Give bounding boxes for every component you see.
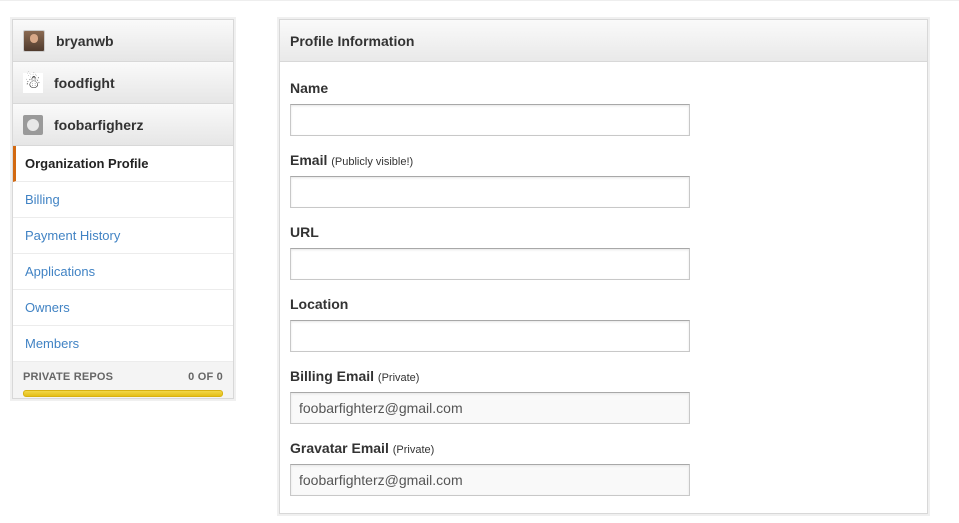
gravatar-email-note: (Private) (392, 444, 435, 456)
name-field-group: Name (290, 80, 690, 136)
url-field-group: URL (290, 224, 690, 280)
url-input[interactable] (290, 248, 690, 280)
menu-payment-history[interactable]: Payment History (13, 218, 233, 254)
account-switch-foobarfigherz[interactable]: foobarfigherz (13, 104, 233, 146)
name-label: Name (290, 80, 329, 96)
billing-email-input[interactable] (290, 392, 690, 424)
menu-organization-profile[interactable]: Organization Profile (13, 146, 233, 182)
email-field-group: Email (Publicly visible!) (290, 152, 690, 208)
private-repos-count: 0 OF 0 (188, 371, 223, 383)
account-name: foobarfigherz (54, 116, 144, 133)
email-note: (Publicly visible!) (331, 156, 414, 168)
gravatar-email-field-group: Gravatar Email (Private) (290, 440, 690, 496)
profile-panel: Profile Information Name Email (Publicly… (279, 19, 928, 514)
billing-email-field-group: Billing Email (Private) (290, 368, 690, 424)
octocat-avatar-icon (23, 114, 43, 135)
private-repos-meter: PRIVATE REPOS 0 OF 0 (13, 362, 233, 398)
email-label: Email (Publicly visible!) (290, 152, 414, 168)
gravatar-email-input[interactable] (290, 464, 690, 496)
account-switch-bryanwb[interactable]: bryanwb (13, 20, 233, 62)
private-repos-label: PRIVATE REPOS (23, 371, 114, 383)
menu-applications[interactable]: Applications (13, 254, 233, 290)
account-name: bryanwb (56, 32, 114, 49)
menu-members[interactable]: Members (13, 326, 233, 362)
menu-billing[interactable]: Billing (13, 182, 233, 218)
name-input[interactable] (290, 104, 690, 136)
location-input[interactable] (290, 320, 690, 352)
url-label: URL (290, 224, 319, 240)
private-repos-bar (23, 390, 223, 397)
panel-title: Profile Information (280, 20, 927, 62)
email-input[interactable] (290, 176, 690, 208)
location-label: Location (290, 296, 349, 312)
account-name: foodfight (54, 74, 115, 91)
top-divider (0, 0, 959, 1)
account-sidebar: bryanwb ☃ foodfight foobarfigherz Organi… (12, 19, 234, 399)
billing-email-label: Billing Email (Private) (290, 368, 420, 384)
gravatar-email-label: Gravatar Email (Private) (290, 440, 435, 456)
user-avatar-icon (23, 29, 45, 52)
location-field-group: Location (290, 296, 690, 352)
account-switch-foodfight[interactable]: ☃ foodfight (13, 62, 233, 104)
sketch-avatar-icon: ☃ (23, 72, 43, 93)
billing-email-note: (Private) (377, 372, 420, 384)
menu-owners[interactable]: Owners (13, 290, 233, 326)
